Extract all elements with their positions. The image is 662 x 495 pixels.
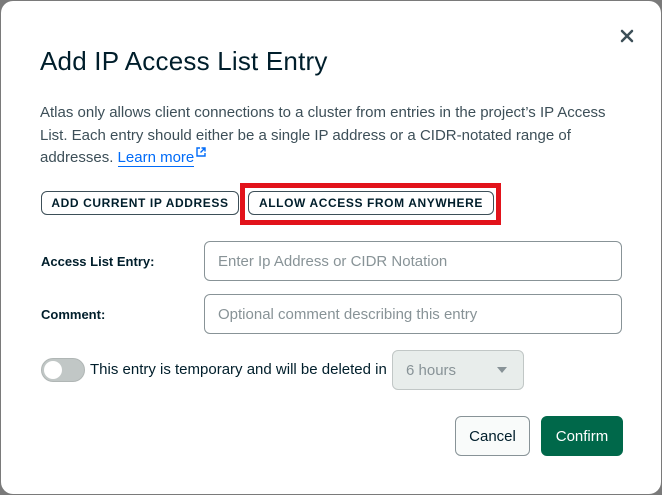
temporary-entry-text: This entry is temporary and will be dele… bbox=[90, 361, 387, 378]
dialog-description: Atlas only allows client connections to … bbox=[40, 102, 620, 170]
duration-selected-value: 6 hours bbox=[406, 362, 457, 379]
close-icon[interactable] bbox=[618, 27, 636, 45]
add-ip-access-list-dialog: Add IP Access List Entry Atlas only allo… bbox=[1, 1, 661, 494]
learn-more-label: Learn more bbox=[117, 149, 195, 166]
temporary-entry-toggle[interactable] bbox=[41, 358, 85, 382]
add-current-ip-button[interactable]: ADD CURRENT IP ADDRESS bbox=[41, 191, 239, 215]
cancel-button[interactable]: Cancel bbox=[455, 416, 530, 456]
learn-more-link[interactable]: Learn more bbox=[117, 149, 195, 167]
toggle-knob bbox=[44, 361, 62, 379]
comment-input[interactable] bbox=[204, 294, 622, 334]
dialog-title: Add IP Access List Entry bbox=[40, 46, 328, 76]
caret-down-icon bbox=[497, 367, 507, 373]
duration-select[interactable]: 6 hours bbox=[392, 350, 524, 390]
confirm-button[interactable]: Confirm bbox=[541, 416, 623, 456]
allow-access-anywhere-button[interactable]: ALLOW ACCESS FROM ANYWHERE bbox=[248, 191, 494, 215]
comment-label: Comment: bbox=[41, 307, 106, 322]
access-list-entry-input[interactable] bbox=[204, 241, 622, 281]
external-link-icon bbox=[196, 147, 206, 157]
access-list-entry-label: Access List Entry: bbox=[41, 254, 155, 269]
